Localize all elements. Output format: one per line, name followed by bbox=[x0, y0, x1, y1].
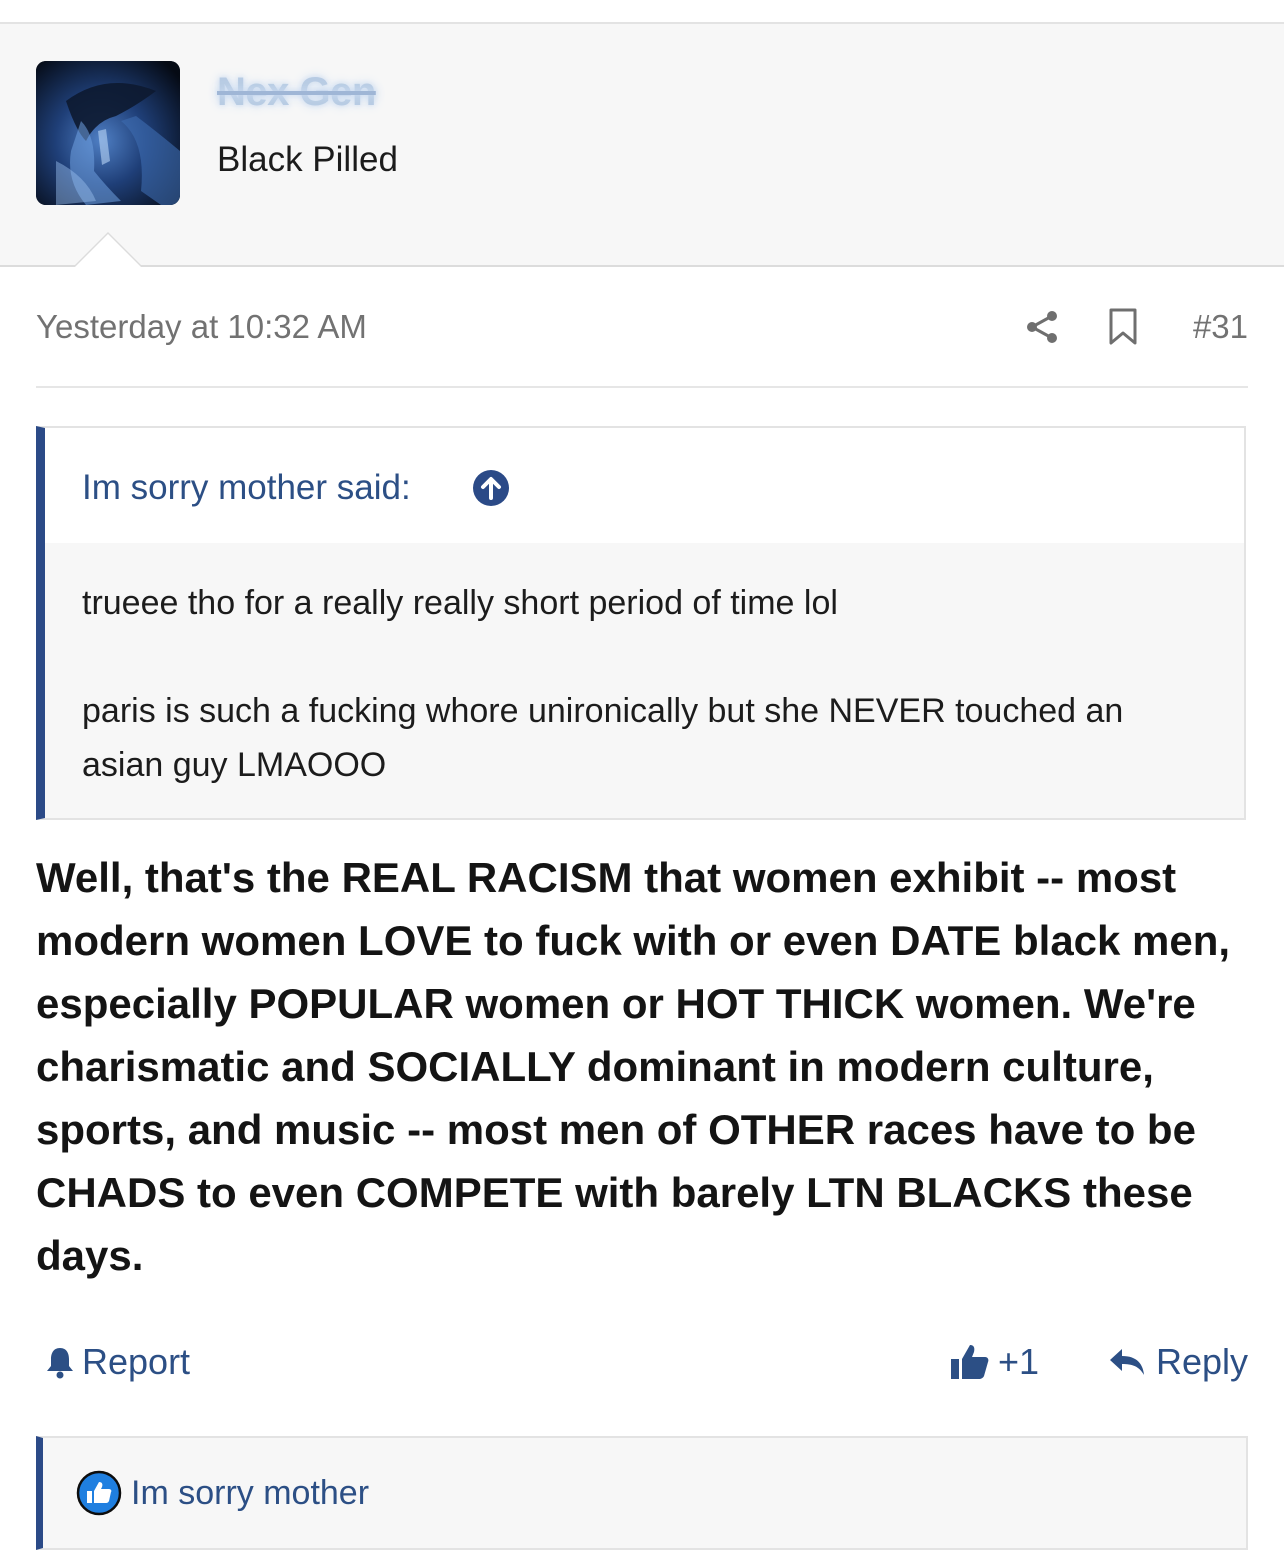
like-reaction-icon bbox=[76, 1470, 122, 1516]
header-pointer bbox=[73, 232, 143, 267]
quote-attribution[interactable]: Im sorry mother said: bbox=[82, 468, 411, 508]
alien-avatar-image bbox=[36, 61, 180, 205]
user-header: Nex Gen Black Pilled bbox=[0, 24, 1284, 267]
post-actions: Report +1 Reply bbox=[36, 1335, 1248, 1391]
like-button[interactable]: +1 bbox=[950, 1341, 1039, 1383]
meta-divider bbox=[36, 386, 1248, 388]
report-button[interactable]: Report bbox=[44, 1341, 190, 1383]
post-number[interactable]: #31 bbox=[1193, 308, 1248, 346]
reply-button[interactable]: Reply bbox=[1108, 1341, 1248, 1383]
bookmark-icon[interactable] bbox=[1108, 308, 1138, 346]
quote-content: trueee tho for a really really short per… bbox=[82, 576, 1202, 792]
post-message: Well, that's the REAL RACISM that women … bbox=[36, 854, 1231, 1279]
reply-arrow-icon bbox=[1109, 1349, 1144, 1375]
share-icon[interactable] bbox=[1024, 309, 1060, 345]
post-timestamp[interactable]: Yesterday at 10:32 AM bbox=[36, 308, 367, 346]
quote-header: Im sorry mother said: bbox=[45, 428, 1244, 543]
quote-block: Im sorry mother said: trueee tho for a r… bbox=[36, 426, 1246, 820]
quote-line: trueee tho for a really really short per… bbox=[82, 584, 838, 622]
like-count: +1 bbox=[998, 1341, 1040, 1382]
reply-label: Reply bbox=[1155, 1341, 1248, 1382]
arrow-up-circle-icon[interactable] bbox=[471, 468, 511, 508]
reaction-user-link[interactable]: Im sorry mother bbox=[131, 1474, 369, 1513]
thumbs-up-icon bbox=[951, 1345, 989, 1379]
avatar[interactable] bbox=[36, 61, 180, 205]
reactions-bar[interactable]: Im sorry mother bbox=[36, 1436, 1248, 1550]
report-label: Report bbox=[82, 1341, 191, 1382]
quote-line: paris is such a fucking whore unironical… bbox=[82, 692, 1124, 784]
username[interactable]: Nex Gen bbox=[217, 70, 376, 115]
post-meta: Yesterday at 10:32 AM #31 bbox=[36, 288, 1248, 368]
bell-icon bbox=[47, 1348, 73, 1379]
user-title: Black Pilled bbox=[217, 140, 398, 179]
